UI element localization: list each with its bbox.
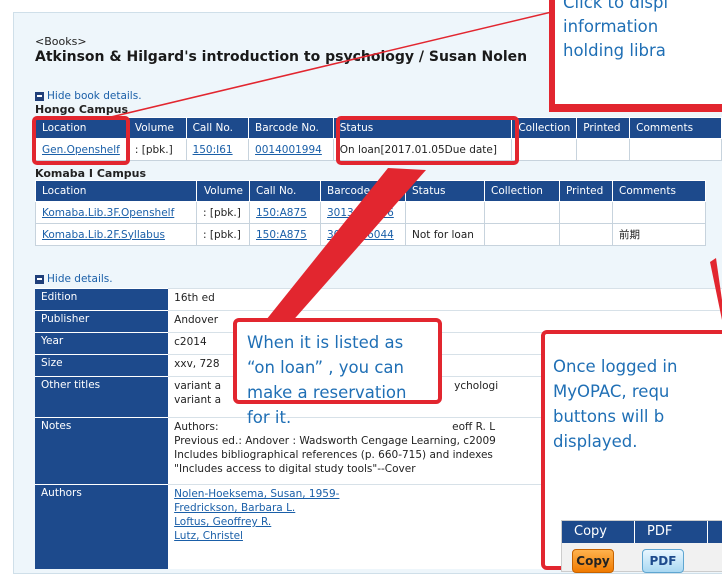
callout-holdings: Click to displ information holding libra xyxy=(555,0,722,104)
request-buttons-header: Copy PDF xyxy=(562,521,722,543)
callout-line: Click to displ xyxy=(563,0,669,12)
pdf-request-button[interactable]: PDF xyxy=(642,549,684,573)
pointer-wedge xyxy=(250,168,426,342)
callout-line: holding libra xyxy=(563,41,666,60)
request-header-label: Copy xyxy=(562,521,635,543)
callout-text: Once logged in MyOPAC, requ buttons will… xyxy=(553,357,678,451)
pointer-line xyxy=(110,9,561,118)
copy-request-button[interactable]: Copy xyxy=(572,549,614,573)
callout-loan: When it is listed as “on loan” , you can… xyxy=(233,318,442,427)
callout-line: information xyxy=(563,17,659,36)
request-header-label: PDF xyxy=(635,521,708,543)
page: <Books> Atkinson & Hilgard's introductio… xyxy=(0,0,722,574)
request-buttons-panel: Copy PDF Copy PDF xyxy=(561,520,722,573)
status-highlight xyxy=(336,116,519,165)
location-highlight xyxy=(32,116,130,165)
pointer-wedge xyxy=(710,258,722,320)
